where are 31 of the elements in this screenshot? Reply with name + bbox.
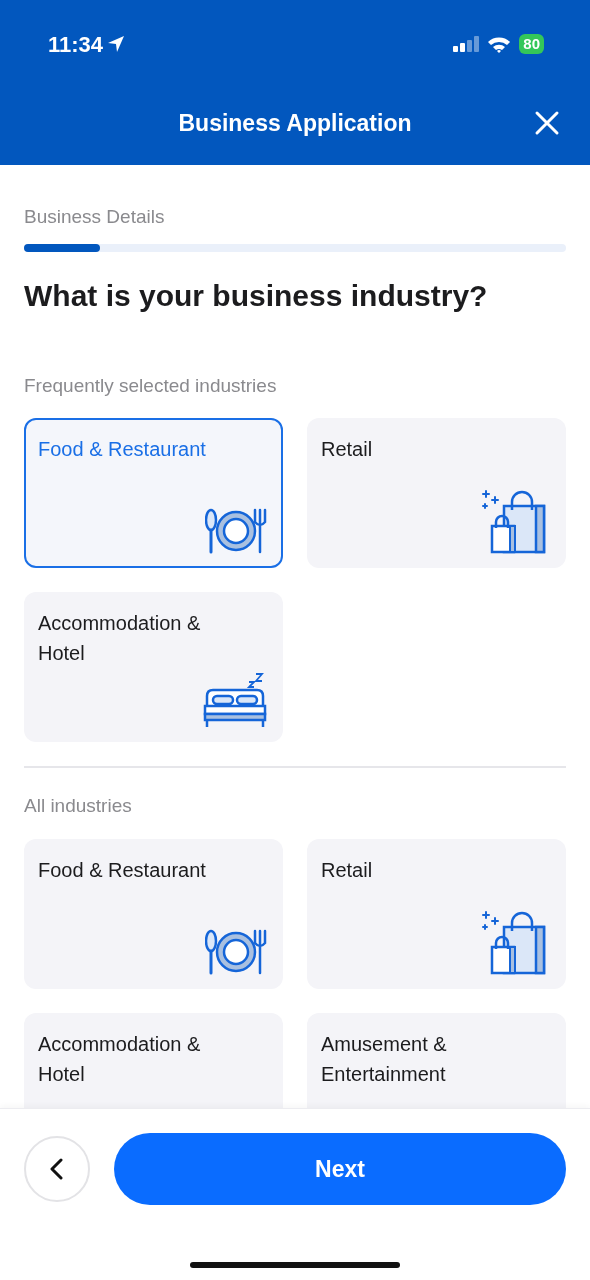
signal-icon — [453, 36, 480, 52]
status-time: 11:34 — [48, 30, 104, 59]
section-heading: Frequently selected industries — [24, 373, 278, 398]
next-button[interactable]: Next — [114, 1133, 566, 1205]
industry-label: Accommodation & Hotel — [38, 1031, 202, 1087]
industry-label: Retail — [321, 857, 373, 883]
industry-card[interactable]: Accommodation & Hotel — [24, 592, 283, 742]
screen-title: Business Application — [178, 108, 412, 138]
plate-cutlery-icon — [205, 508, 267, 554]
industry-label: Amusement & Entertainment — [321, 1031, 448, 1087]
industry-card[interactable]: Accommodation & Hotel — [24, 1012, 283, 1108]
industry-card[interactable]: Retail — [307, 838, 566, 989]
industry-card[interactable]: Food & Restaurant — [24, 838, 283, 989]
step-label: Business Details — [24, 205, 166, 229]
close-button[interactable] — [534, 110, 560, 136]
wifi-icon — [487, 35, 512, 53]
industry-label: Food & Restaurant — [38, 857, 206, 883]
question-heading: What is your business industry? — [24, 277, 489, 314]
industry-card[interactable]: Amusement & Entertainment — [307, 1012, 566, 1108]
battery-level: 80 — [519, 34, 544, 54]
industry-label: Retail — [321, 437, 373, 462]
chevron-left-icon — [49, 1158, 65, 1180]
industry-card[interactable]: Retail — [307, 418, 566, 568]
industry-label: Food & Restaurant — [38, 437, 206, 462]
industry-card[interactable]: Food & Restaurant — [24, 418, 283, 568]
location-arrow-icon — [107, 35, 126, 53]
section-heading: All industries — [24, 794, 133, 818]
close-icon — [534, 110, 560, 136]
plate-cutlery-icon — [205, 928, 267, 975]
industry-label: Accommodation & Hotel — [38, 611, 202, 666]
bed-icon — [203, 672, 267, 728]
